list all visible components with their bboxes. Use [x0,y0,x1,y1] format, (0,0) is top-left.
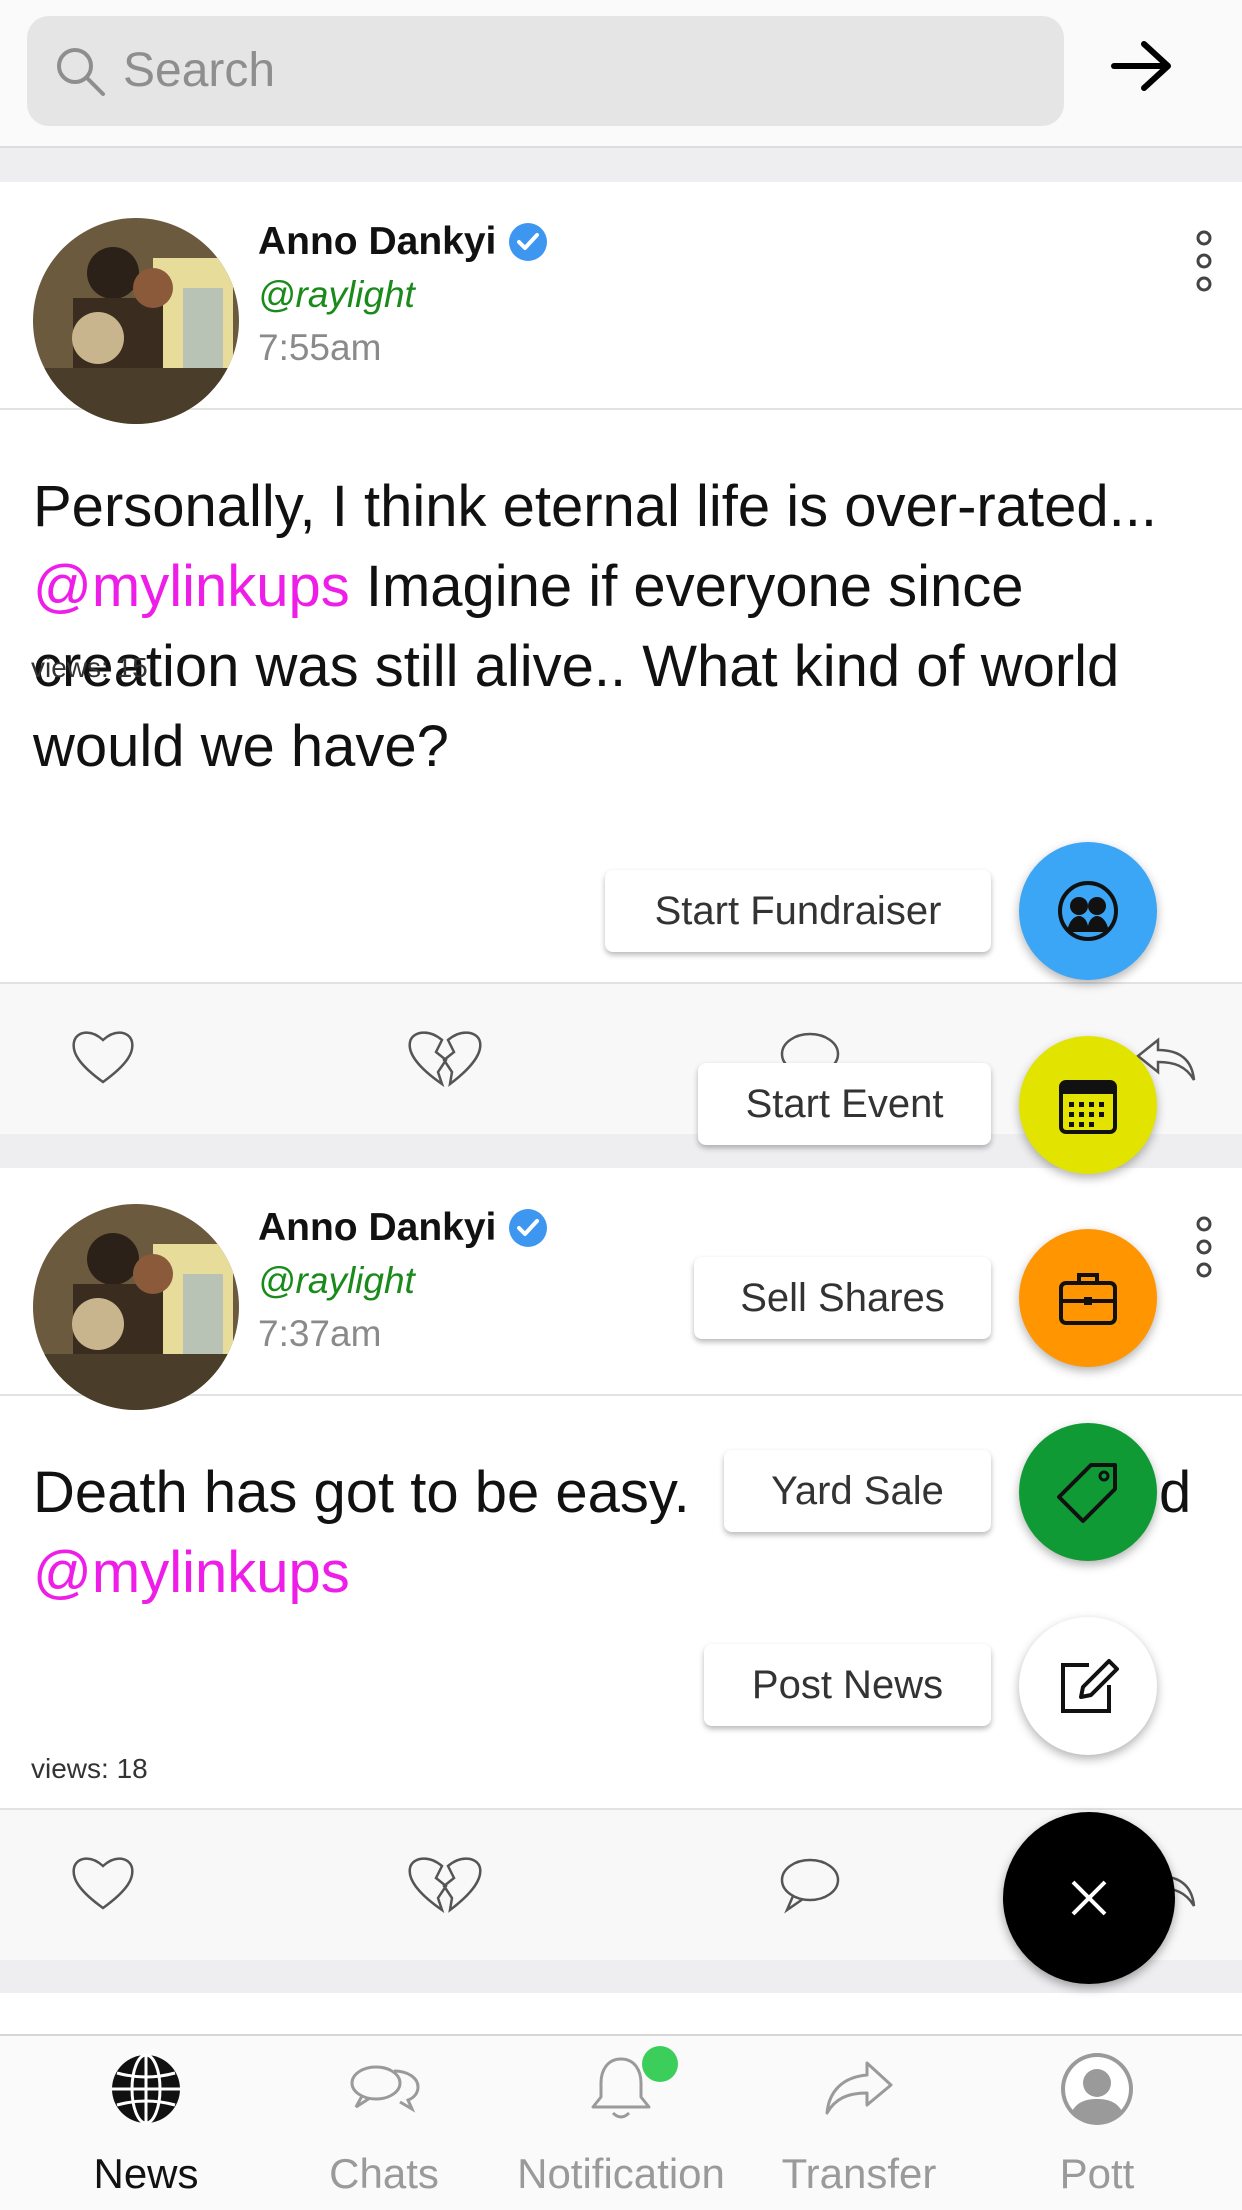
author-name-text[interactable]: Anno Dankyi [258,220,496,264]
top-bar: Search [0,0,1242,148]
sell-shares-label[interactable]: Sell Shares [694,1257,991,1339]
verified-icon [509,1209,548,1247]
arrow-right-icon[interactable] [1108,36,1176,96]
people-icon [1058,881,1118,941]
search-bar[interactable]: Search [27,16,1064,126]
post-card: Anno Dankyi @raylight 7:55am Personally,… [0,182,1242,1134]
share-arrow-icon [825,2061,893,2115]
nav-label[interactable]: Pott [978,2150,1216,2198]
post-text-part: Death has got to be easy. [33,1460,690,1525]
nav-transfer[interactable]: Transfer [740,2036,978,2210]
profile-icon [1061,2053,1133,2125]
briefcase-icon [1059,1273,1117,1325]
start-fundraiser-label[interactable]: Start Fundraiser [605,870,991,952]
author-name-text[interactable]: Anno Dankyi [258,1206,496,1250]
notification-badge [642,2046,678,2082]
mention-link[interactable]: @mylinkups [33,1540,350,1605]
nav-news[interactable]: News [27,2036,265,2210]
heart-icon[interactable] [68,1848,138,1918]
nav-label[interactable]: Notification [502,2150,740,2198]
nav-pott[interactable]: Pott [978,2036,1216,2210]
mention-link[interactable]: @mylinkups [33,554,350,619]
globe-icon [112,2053,180,2125]
post-time: 7:55am [258,327,382,368]
start-event-button[interactable] [1019,1036,1157,1174]
post-text-part: d [1159,1460,1192,1525]
tag-icon [1057,1463,1117,1523]
post-text-part: Personally, I think eternal life is over… [33,474,1157,539]
post-news-button[interactable] [1019,1617,1157,1755]
comment-icon[interactable] [775,1848,845,1918]
author-name[interactable]: Anno Dankyi [258,1206,548,1250]
avatar[interactable] [33,1204,239,1410]
nav-notification[interactable]: Notification [502,2036,740,2210]
nav-label[interactable]: Chats [265,2150,503,2198]
nav-label[interactable]: News [27,2150,265,2198]
avatar[interactable] [33,218,239,424]
broken-heart-icon[interactable] [402,1848,488,1918]
edit-icon [1061,1659,1119,1713]
author-handle[interactable]: @raylight [258,1260,415,1302]
calendar-icon [1059,1080,1117,1134]
bottom-navigation: News Chats Notification Transfer Pott [0,2034,1242,2210]
more-options-icon[interactable] [1190,1214,1218,1280]
close-icon [1071,1880,1107,1916]
verified-icon [509,223,548,261]
yard-sale-label[interactable]: Yard Sale [724,1450,991,1532]
author-name[interactable]: Anno Dankyi [258,220,548,264]
more-options-icon[interactable] [1190,228,1218,294]
search-placeholder[interactable]: Search [123,16,275,126]
close-fab-button[interactable] [1003,1812,1175,1984]
start-event-label[interactable]: Start Event [698,1063,991,1145]
nav-label[interactable]: Transfer [740,2150,978,2198]
start-fundraiser-button[interactable] [1019,842,1157,980]
post-header: Anno Dankyi @raylight 7:55am [0,182,1242,424]
view-count: views: 18 [31,1753,148,1784]
author-handle[interactable]: @raylight [258,274,415,316]
search-icon [57,48,105,96]
yard-sale-button[interactable] [1019,1423,1157,1561]
post-news-label[interactable]: Post News [704,1644,991,1726]
view-count: views: 15 [31,652,148,683]
sell-shares-button[interactable] [1019,1229,1157,1367]
broken-heart-icon[interactable] [402,1022,488,1092]
post-text: Personally, I think eternal life is over… [33,467,1213,787]
heart-icon[interactable] [68,1022,138,1092]
nav-chats[interactable]: Chats [265,2036,503,2210]
post-time: 7:37am [258,1313,382,1354]
chat-bubbles-icon [350,2065,420,2113]
